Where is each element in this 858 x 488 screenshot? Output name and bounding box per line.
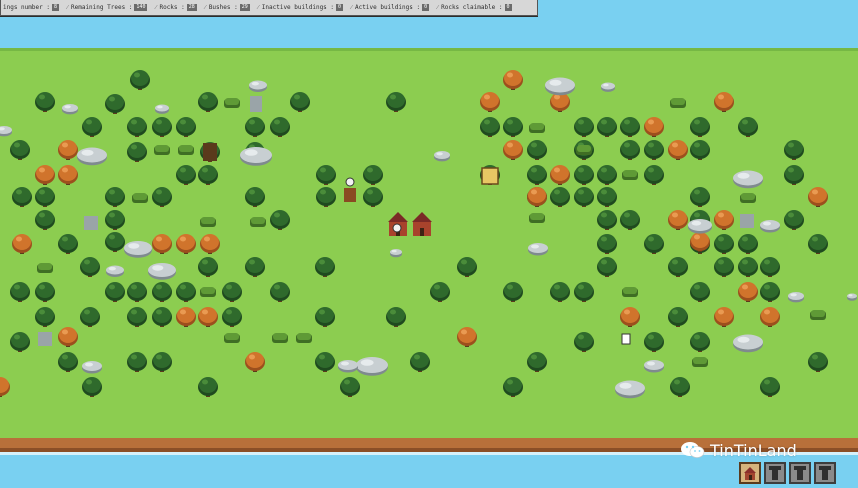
bush	[622, 170, 638, 180]
bush	[224, 98, 240, 108]
rock	[615, 380, 645, 399]
stat-rocks-claimable: ⁄ Rocks claimable : 0	[437, 4, 512, 11]
rock	[528, 243, 548, 256]
bush	[296, 333, 312, 343]
rock	[733, 334, 763, 353]
rock	[788, 292, 804, 303]
bush	[670, 98, 686, 108]
build-tower-button-2[interactable]	[789, 462, 811, 484]
bush	[200, 287, 216, 297]
rock	[82, 361, 102, 374]
rock	[148, 263, 176, 280]
tower-icon	[769, 466, 781, 480]
rock	[390, 249, 402, 258]
build-tower-button-3[interactable]	[814, 462, 836, 484]
divider-icon: ⁄	[66, 4, 68, 11]
stat-remaining-trees: ⁄ Remaining Trees : 140	[66, 4, 148, 11]
bush	[200, 217, 216, 227]
game-map[interactable]	[0, 0, 858, 488]
bush	[132, 193, 148, 203]
bush	[740, 193, 756, 203]
tower-icon	[794, 466, 806, 480]
watermark: TinTinLand	[680, 440, 797, 460]
clock-icon	[392, 223, 402, 233]
rock	[760, 220, 780, 233]
stone-hut	[740, 214, 754, 228]
stat-value: 8	[51, 4, 59, 11]
rock	[338, 360, 358, 373]
bush	[224, 333, 240, 343]
tower-icon	[819, 466, 831, 480]
stat-rocks: ⁄ Rocks : 28	[155, 4, 197, 11]
bush	[622, 287, 638, 297]
divider-icon: ⁄	[437, 4, 439, 11]
stat-label: Rocks claimable :	[441, 4, 503, 11]
watermark-text: TinTinLand	[710, 440, 797, 460]
build-house-button[interactable]	[739, 462, 761, 484]
bush	[529, 123, 545, 133]
rock	[356, 357, 388, 376]
rock	[249, 80, 267, 92]
clock-icon	[345, 177, 355, 187]
stat-value: 0	[504, 4, 512, 11]
rock	[644, 360, 664, 373]
stat-active-buildings: ⁄ Active buildings : 0	[351, 4, 430, 11]
stat-label: Rocks :	[159, 4, 185, 11]
build-tower-button-1[interactable]	[764, 462, 786, 484]
rock	[240, 147, 272, 166]
stat-value: 29	[239, 4, 250, 11]
stat-value: 0	[336, 4, 344, 11]
rock	[106, 265, 124, 277]
stat-label: Bushes :	[208, 4, 238, 11]
bush	[272, 333, 288, 343]
rock	[688, 219, 712, 234]
bush	[178, 145, 194, 155]
rock	[545, 77, 575, 96]
stat-label: Inactive buildings :	[261, 4, 335, 11]
build-toolbar	[739, 462, 836, 484]
stat-inactive-buildings: ⁄ Inactive buildings : 0	[257, 4, 344, 11]
stat-buildings-number: ings number : 8	[3, 4, 59, 11]
resource-crate[interactable]	[481, 167, 499, 185]
divider-icon: ⁄	[351, 4, 353, 11]
rock	[77, 147, 107, 166]
worker-unit[interactable]	[344, 188, 356, 202]
bush	[529, 213, 545, 223]
divider-icon: ⁄	[155, 4, 157, 11]
rock	[733, 170, 763, 189]
bush	[37, 263, 53, 273]
bush	[576, 145, 592, 155]
stone-hut	[84, 216, 98, 230]
stat-bushes: ⁄ Bushes : 29	[205, 4, 250, 11]
stats-bar: ings number : 8 ⁄ Remaining Trees : 140 …	[0, 0, 538, 16]
rock	[155, 104, 169, 114]
divider-icon: ⁄	[204, 4, 206, 11]
bush	[692, 357, 708, 367]
bush	[810, 310, 826, 320]
bush	[250, 217, 266, 227]
wechat-icon	[681, 442, 705, 458]
divider-icon: ⁄	[257, 4, 259, 11]
rock	[124, 241, 152, 258]
stat-label: Active buildings :	[355, 4, 421, 11]
stat-value: 0	[422, 4, 430, 11]
dead-tree	[203, 143, 217, 161]
sign-post[interactable]	[621, 333, 631, 345]
rock	[62, 104, 78, 115]
stone-statue	[250, 96, 262, 112]
rock	[847, 293, 857, 301]
bush	[154, 145, 170, 155]
stat-value: 140	[134, 4, 148, 11]
stat-label: ings number :	[3, 4, 50, 11]
rock	[601, 82, 615, 92]
stat-label: Remaining Trees :	[71, 4, 133, 11]
stat-value: 28	[186, 4, 197, 11]
rock	[434, 151, 450, 162]
stone-hut	[38, 332, 52, 346]
house-icon	[744, 467, 756, 480]
